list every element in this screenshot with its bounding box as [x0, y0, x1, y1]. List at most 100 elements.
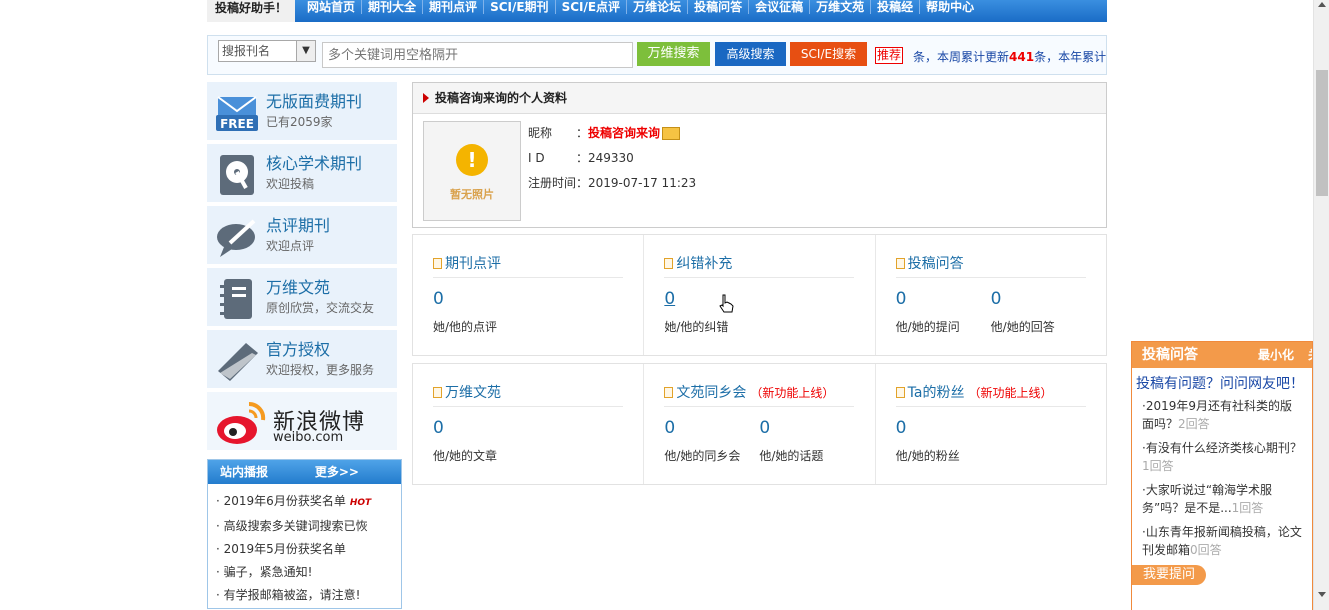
sci-search-button[interactable]: SCI/E搜索: [790, 42, 867, 66]
cell-fans: Ta的粉丝 （新功能上线） 0 他/她的粉丝: [876, 364, 1106, 484]
news-item[interactable]: · 有学报邮箱被盗，请注意!: [216, 584, 401, 607]
cell-title[interactable]: 投稿问答: [895, 253, 1086, 278]
scroll-up-icon[interactable]: [1318, 2, 1326, 7]
cell-title[interactable]: 万维文苑: [433, 382, 623, 407]
qa-item[interactable]: ·2019年9月还有社科类的版面吗？2回答: [1142, 397, 1302, 433]
exclamation-icon: !: [456, 144, 488, 176]
qa-question[interactable]: ·有没有什么经济类核心期刊？: [1142, 441, 1302, 455]
nav-wenyuan[interactable]: 万维文苑: [810, 0, 872, 14]
sidebar-title-review[interactable]: 点评期刊: [266, 212, 330, 236]
cell-title-text[interactable]: 纠错补充: [676, 256, 732, 272]
metric[interactable]: 0 他/她的粉丝: [896, 418, 960, 464]
qa-item[interactable]: ·山东青年报新闻稿投稿，论文刊发邮箱0回答: [1142, 523, 1302, 559]
metric[interactable]: 0 他/她的文章: [433, 418, 497, 464]
cell-title[interactable]: Ta的粉丝 （新功能上线）: [895, 382, 1086, 407]
nav-forum[interactable]: 万维论坛: [627, 0, 689, 14]
nav-journals[interactable]: 期刊大全: [362, 0, 424, 14]
news-item-text[interactable]: 高级搜索多关键词搜索已恢: [224, 519, 368, 533]
metric[interactable]: 0 她/他的点评: [433, 289, 497, 335]
metric-value[interactable]: 0: [433, 418, 497, 438]
sidebar-item-core[interactable]: 核心学术期刊 欢迎投稿: [207, 144, 397, 206]
sidebar-item-free[interactable]: FREE 无版面费期刊 已有2059家: [207, 82, 397, 144]
nav-sci-journals[interactable]: SCI/E期刊: [484, 0, 556, 14]
metric-value[interactable]: 0: [759, 418, 823, 438]
nav-qa[interactable]: 投稿问答: [688, 0, 750, 14]
sidebar-item-wenyuan[interactable]: 万维文苑 原创欣赏，交流交友: [207, 268, 397, 330]
mail-icon[interactable]: [662, 127, 681, 140]
news-item-text[interactable]: 骗子，紧急通知!: [224, 565, 313, 579]
minimize-button[interactable]: 最小化: [1258, 342, 1294, 368]
nav-help[interactable]: 帮助中心: [920, 0, 980, 14]
hot-badge: HOT: [349, 498, 372, 508]
metric-label: 她/他的纠错: [664, 320, 729, 334]
recommend-tag[interactable]: 推荐: [875, 47, 904, 64]
left-sidebar: FREE 无版面费期刊 已有2059家 核心学术期刊 欢迎投稿 点评期刊 欢迎点…: [207, 82, 397, 450]
sidebar-title-wenyuan[interactable]: 万维文苑: [266, 274, 330, 298]
news-header: 站内播报 更多>>: [208, 460, 401, 484]
search-input[interactable]: [322, 42, 633, 68]
cell-title[interactable]: 期刊点评: [433, 253, 623, 278]
sidebar-item-auth[interactable]: 官方授权 欢迎授权，更多服务: [207, 330, 397, 392]
sidebar-title-auth[interactable]: 官方授权: [266, 336, 330, 360]
news-item-text[interactable]: 有学报邮箱被盗，请注意!: [224, 588, 361, 602]
scroll-thumb[interactable]: [1316, 70, 1328, 196]
wanwei-search-button[interactable]: 万维搜索: [637, 42, 710, 66]
qa-item[interactable]: ·大家听说过“翰海学术服务”吗？是不是...1回答: [1142, 481, 1302, 517]
sidebar-item-review[interactable]: 点评期刊 欢迎点评: [207, 206, 397, 268]
profile-title: 投稿咨询来询的个人资料: [435, 91, 568, 105]
news-item-text[interactable]: 2019年5月份获奖名单: [224, 542, 346, 556]
nav-sci-reviews[interactable]: SCI/E点评: [556, 0, 628, 14]
metric[interactable]: 0 他/她的话题: [759, 418, 823, 464]
qa-answer-count: 2回答: [1178, 417, 1210, 431]
nav-conference[interactable]: 会议征稿: [749, 0, 811, 14]
cell-hometown: 文苑同乡会 （新功能上线） 0 他/她的同乡会 0 他/她的话题: [644, 364, 876, 484]
scroll-down-icon[interactable]: [1318, 592, 1326, 597]
cell-title[interactable]: 纠错补充: [664, 253, 855, 278]
news-item[interactable]: · 2019年5月份获奖名单: [216, 538, 401, 561]
metric-value[interactable]: 0: [433, 289, 497, 309]
nav-home[interactable]: 网站首页: [301, 0, 363, 14]
news-item-text[interactable]: 2019年6月份获奖名单: [224, 494, 346, 508]
id-value: 249330: [588, 151, 634, 165]
metric[interactable]: 0 他/她的同乡会: [664, 418, 740, 464]
weibo-banner[interactable]: 新浪微博 weibo.com: [207, 392, 397, 450]
news-item[interactable]: · 2019年6月份获奖名单 HOT: [216, 490, 401, 515]
profile-panel: 投稿咨询来询的个人资料 ! 暂无照片 昵称 ：投稿咨询来询 I D ：249330 …: [412, 82, 1107, 228]
metric-value[interactable]: 0: [896, 289, 960, 309]
metric-value[interactable]: 0: [664, 418, 740, 438]
metric-label: 他/她的同乡会: [664, 449, 741, 463]
page-scrollbar[interactable]: [1313, 0, 1329, 610]
metric-value[interactable]: 0: [991, 289, 1055, 309]
metric[interactable]: 0 他/她的提问: [896, 289, 960, 335]
metric-label: 他/她的文章: [433, 449, 498, 463]
ask-question-button[interactable]: 我要提问: [1132, 565, 1206, 585]
metric-value[interactable]: 0: [896, 418, 960, 438]
qa-prompt[interactable]: 投稿有问题？问问网友吧！: [1132, 368, 1312, 393]
advanced-search-button[interactable]: 高级搜索: [715, 42, 786, 66]
cell-title-text[interactable]: 文苑同乡会: [676, 385, 746, 401]
search-type-select[interactable]: 搜报刊名 ▼: [218, 40, 316, 62]
nav-reviews[interactable]: 期刊点评: [423, 0, 485, 14]
chevron-down-icon[interactable]: ▼: [296, 41, 315, 61]
qa-question[interactable]: ·2019年9月还有社科类的版面吗？: [1142, 399, 1292, 431]
nickname-label: 昵称: [528, 126, 553, 140]
free-mail-icon: FREE: [216, 96, 258, 131]
sidebar-title-core[interactable]: 核心学术期刊: [266, 150, 362, 174]
news-more-link[interactable]: 更多>>: [315, 460, 359, 484]
cell-title-text[interactable]: 期刊点评: [445, 256, 501, 272]
cell-title-text[interactable]: 万维文苑: [445, 385, 501, 401]
sidebar-title-free[interactable]: 无版面费期刊: [266, 88, 362, 112]
nav-tougaojing[interactable]: 投稿经: [871, 0, 921, 14]
nickname-value[interactable]: 投稿咨询来询: [588, 126, 660, 140]
news-item[interactable]: · 高级搜索多关键词搜索已恢: [216, 515, 401, 538]
qa-title: 投稿问答: [1142, 347, 1198, 363]
cell-title[interactable]: 文苑同乡会 （新功能上线）: [664, 382, 855, 407]
news-item[interactable]: · 骗子，紧急通知!: [216, 561, 401, 584]
qa-item[interactable]: ·有没有什么经济类核心期刊？ 1回答: [1142, 439, 1302, 475]
news-title: 站内播报: [220, 465, 269, 479]
qa-header: 投稿问答 最小化 关: [1132, 342, 1312, 368]
cell-title-text[interactable]: 投稿问答: [908, 256, 964, 272]
cell-title-text[interactable]: Ta的粉丝: [908, 385, 965, 401]
qa-answer-count: 0回答: [1190, 543, 1222, 557]
metric[interactable]: 0 他/她的回答: [991, 289, 1055, 335]
